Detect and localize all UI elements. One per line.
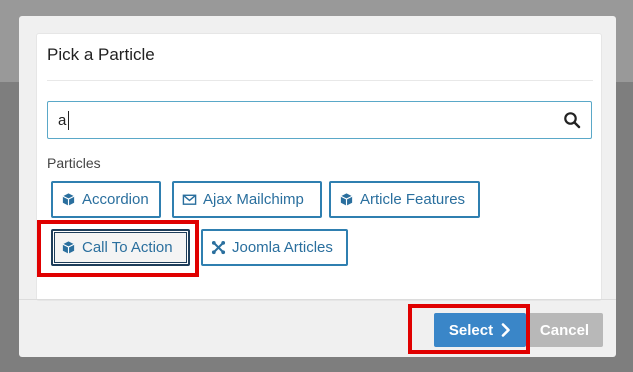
search-input[interactable]	[58, 102, 558, 138]
particle-label: Ajax Mailchimp	[203, 191, 304, 208]
search-field[interactable]	[47, 101, 592, 139]
cancel-button[interactable]: Cancel	[526, 313, 603, 347]
highlight-call-to-action	[37, 220, 199, 277]
particle-accordion[interactable]: Accordion	[51, 181, 161, 218]
particle-label: Joomla Articles	[232, 239, 333, 256]
particle-joomla-articles[interactable]: Joomla Articles	[201, 229, 348, 266]
search-icon[interactable]	[563, 111, 581, 129]
envelope-icon	[182, 194, 197, 205]
particle-ajax-mailchimp[interactable]: Ajax Mailchimp	[172, 181, 322, 218]
particle-label: Article Features	[360, 191, 466, 208]
cancel-button-label: Cancel	[539, 321, 590, 339]
cube-icon	[340, 193, 353, 206]
joomla-icon	[211, 240, 226, 255]
title-divider	[47, 80, 593, 81]
footer-divider	[19, 299, 616, 300]
cube-icon	[62, 193, 75, 206]
particle-label: Accordion	[82, 191, 149, 208]
particle-article-features[interactable]: Article Features	[329, 181, 480, 218]
highlight-select-button	[408, 304, 530, 354]
particles-section-label: Particles	[47, 155, 101, 171]
modal-title: Pick a Particle	[47, 45, 155, 64]
text-caret	[68, 111, 69, 130]
